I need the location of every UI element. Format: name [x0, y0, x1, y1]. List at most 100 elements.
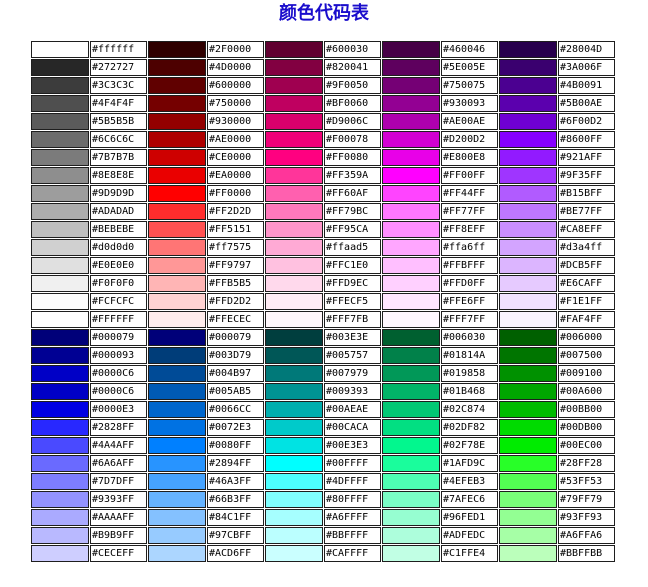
color-swatch	[148, 491, 206, 508]
color-code: #AE00AE	[441, 113, 498, 130]
color-swatch	[382, 527, 440, 544]
color-swatch	[31, 239, 89, 256]
color-swatch	[265, 95, 323, 112]
color-swatch	[265, 185, 323, 202]
color-code: #D200D2	[441, 131, 498, 148]
color-swatch	[382, 491, 440, 508]
color-code: #2F0000	[207, 41, 264, 58]
color-code: #FF0080	[324, 149, 381, 166]
color-code: #2828FF	[90, 419, 147, 436]
color-code: #6F00D2	[558, 113, 615, 130]
color-swatch	[31, 293, 89, 310]
color-swatch	[499, 473, 557, 490]
color-swatch	[499, 149, 557, 166]
color-code: #2894FF	[207, 455, 264, 472]
color-code: #46A3FF	[207, 473, 264, 490]
color-swatch	[265, 239, 323, 256]
color-code: #FF60AF	[324, 185, 381, 202]
color-code: #BBFFFF	[324, 527, 381, 544]
color-code: #d0d0d0	[90, 239, 147, 256]
color-code: #750075	[441, 77, 498, 94]
color-swatch	[382, 239, 440, 256]
color-code: #FCFCFC	[90, 293, 147, 310]
color-swatch	[499, 95, 557, 112]
color-code: #66B3FF	[207, 491, 264, 508]
color-code: #006030	[441, 329, 498, 346]
color-code: #00E3E3	[324, 437, 381, 454]
color-code: #820041	[324, 59, 381, 76]
color-code: #CE0000	[207, 149, 264, 166]
color-swatch	[265, 77, 323, 94]
color-swatch	[31, 275, 89, 292]
color-swatch	[265, 41, 323, 58]
color-code: #007979	[324, 365, 381, 382]
color-swatch	[382, 257, 440, 274]
color-swatch	[382, 509, 440, 526]
table-row: #8E8E8E #EA0000 #FF359A #FF00FF #9F35FF	[31, 167, 615, 184]
color-swatch	[265, 221, 323, 238]
color-code: #004B97	[207, 365, 264, 382]
color-swatch	[265, 167, 323, 184]
color-code: #93FF93	[558, 509, 615, 526]
color-swatch	[31, 203, 89, 220]
color-code: #ff7575	[207, 239, 264, 256]
color-swatch	[265, 419, 323, 436]
color-code: #FFE6FF	[441, 293, 498, 310]
color-swatch	[499, 401, 557, 418]
color-swatch	[499, 77, 557, 94]
table-row: #0000C6 #005AB5 #009393 #01B468 #00A600	[31, 383, 615, 400]
color-code: #0000C6	[90, 383, 147, 400]
color-code: #9F35FF	[558, 167, 615, 184]
color-swatch	[382, 95, 440, 112]
color-code: #6A6AFF	[90, 455, 147, 472]
color-code: #750000	[207, 95, 264, 112]
color-code: #FF5151	[207, 221, 264, 238]
table-row: #272727 #4D0000 #820041 #5E005E #3A006F	[31, 59, 615, 76]
color-swatch	[148, 293, 206, 310]
table-row: #BEBEBE #FF5151 #FF95CA #FF8EFF #CA8EFF	[31, 221, 615, 238]
color-code: #28FF28	[558, 455, 615, 472]
color-swatch	[265, 365, 323, 382]
color-swatch	[499, 509, 557, 526]
color-code: #4F4F4F	[90, 95, 147, 112]
table-row: #CECEFF #ACD6FF #CAFFFF #C1FFE4 #BBFFBB	[31, 545, 615, 562]
color-code: #600030	[324, 41, 381, 58]
color-code: #02F78E	[441, 437, 498, 454]
color-code: #FFB5B5	[207, 275, 264, 292]
color-swatch	[265, 131, 323, 148]
color-code: #009393	[324, 383, 381, 400]
color-swatch	[265, 257, 323, 274]
color-swatch	[31, 113, 89, 130]
color-swatch	[148, 221, 206, 238]
color-swatch	[382, 383, 440, 400]
color-swatch	[31, 257, 89, 274]
color-swatch	[499, 131, 557, 148]
table-row: #B9B9FF #97CBFF #BBFFFF #ADFEDC #A6FFA6	[31, 527, 615, 544]
color-swatch	[265, 311, 323, 328]
color-swatch	[148, 419, 206, 436]
table-row: #FFFFFF #FFECEC #FFF7FB #FFF7FF #FAF4FF	[31, 311, 615, 328]
color-code: #A6FFFF	[324, 509, 381, 526]
color-code: #0000E3	[90, 401, 147, 418]
color-swatch	[148, 473, 206, 490]
color-swatch	[382, 185, 440, 202]
color-swatch	[382, 311, 440, 328]
color-code: #019858	[441, 365, 498, 382]
color-swatch	[148, 311, 206, 328]
color-swatch	[265, 113, 323, 130]
color-code: #9D9D9D	[90, 185, 147, 202]
color-swatch	[31, 311, 89, 328]
color-swatch	[499, 419, 557, 436]
color-swatch	[499, 239, 557, 256]
color-code: #4DFFFF	[324, 473, 381, 490]
table-row: #AAAAFF #84C1FF #A6FFFF #96FED1 #93FF93	[31, 509, 615, 526]
color-code: #7B7B7B	[90, 149, 147, 166]
color-swatch	[382, 545, 440, 562]
color-code: #9393FF	[90, 491, 147, 508]
color-swatch	[499, 59, 557, 76]
color-code: #FF95CA	[324, 221, 381, 238]
color-swatch	[265, 455, 323, 472]
color-swatch	[148, 383, 206, 400]
color-swatch	[382, 167, 440, 184]
color-swatch	[31, 149, 89, 166]
